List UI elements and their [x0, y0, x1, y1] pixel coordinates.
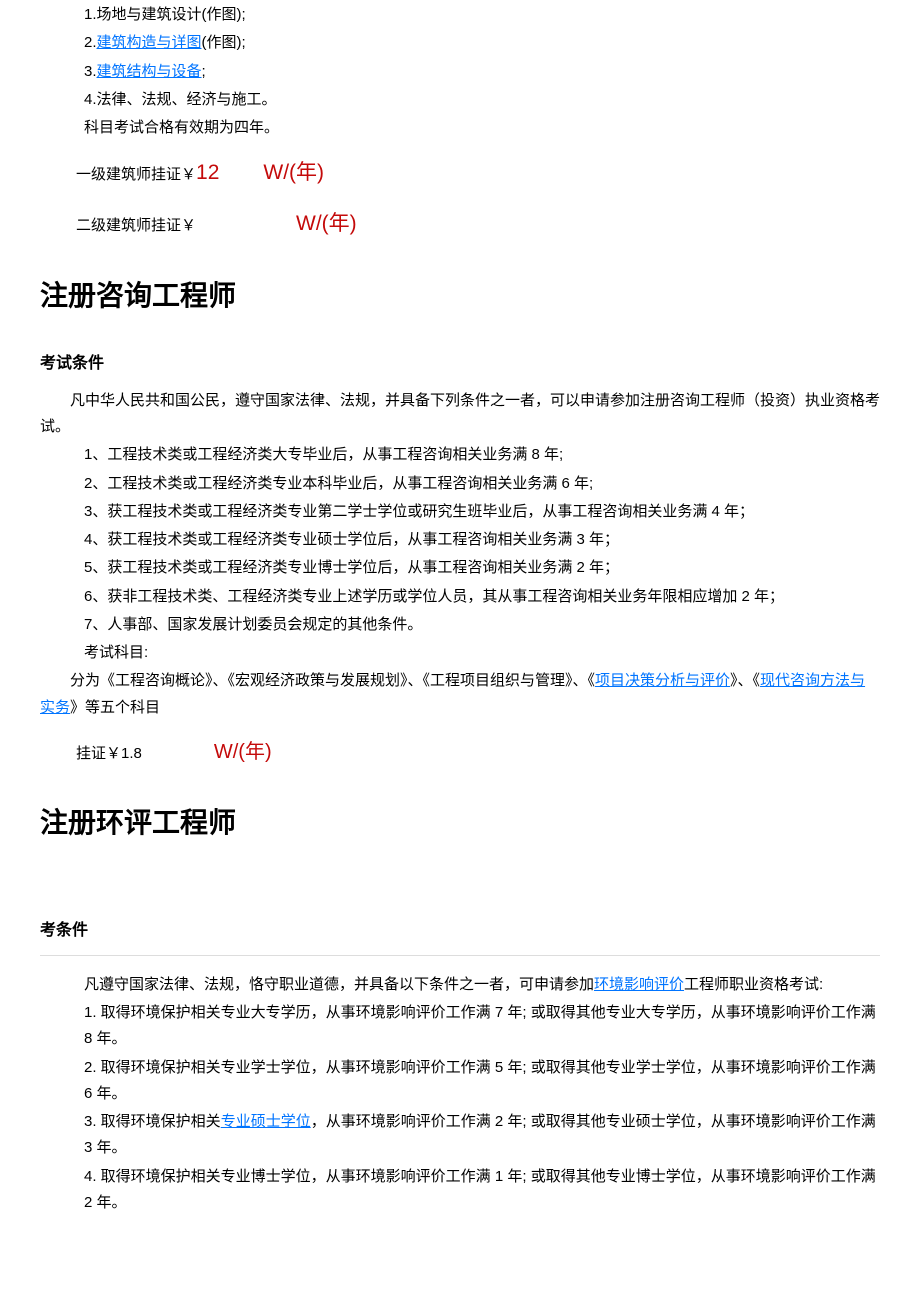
architect-subject-3-link[interactable]: 建筑结构与设备: [97, 63, 202, 80]
consult-cond-7: 7、人事部、国家发展计划委员会规定的其他条件。: [40, 612, 880, 638]
consult-cond-4: 4、获工程技术类或工程经济类专业硕士学位后，从事工程咨询相关业务满 3 年；: [40, 527, 880, 553]
text: ;: [202, 63, 206, 80]
consult-subject-link-1[interactable]: 项目决策分析与评价: [595, 672, 730, 689]
price-label: 二级建筑师挂证￥: [76, 217, 196, 234]
consult-intro: 凡中华人民共和国公民，遵守国家法律、法规，并具备下列条件之一者，可以申请参加注册…: [40, 388, 880, 441]
consult-subjects-label: 考试科目:: [40, 640, 880, 666]
price-amount: 12: [196, 161, 219, 184]
price-unit: W/(年): [214, 741, 272, 763]
architect-subject-2-link[interactable]: 建筑构造与详图: [97, 34, 202, 51]
architect-price-2: 二级建筑师挂证￥ W/(年): [40, 206, 880, 243]
text: 分为《工程咨询概论》、《宏观经济政策与发展规划》、《工程项目组织与管理》、《: [70, 672, 595, 689]
consult-cond-3: 3、获工程技术类或工程经济类专业第二学士学位或研究生班毕业后，从事工程咨询相关业…: [40, 499, 880, 525]
text: 1.: [84, 6, 97, 23]
price-label: 挂证￥: [76, 745, 121, 762]
architect-subject-4: 4.法律、法规、经济与施工。: [40, 87, 880, 113]
hp-cond-heading: 考条件: [40, 917, 880, 945]
hp-title: 注册环评工程师: [40, 798, 880, 847]
price-amount: 1.8: [121, 745, 142, 762]
architect-subject-3: 3.建筑结构与设备;: [40, 59, 880, 85]
consult-cond-1: 1、工程技术类或工程经济类大专毕业后，从事工程咨询相关业务满 8 年;: [40, 442, 880, 468]
text: 3. 取得环境保护相关: [84, 1113, 221, 1130]
architect-subject-1: 1.场地与建筑设计(作图);: [40, 2, 880, 28]
text: 工程师职业资格考试:: [684, 976, 823, 993]
price-label: 一级建筑师挂证￥: [76, 166, 196, 183]
price-unit: W/(年): [296, 212, 357, 235]
hp-intro: 凡遵守国家法律、法规，恪守职业道德，并具备以下条件之一者，可申请参加环境影响评价…: [84, 972, 880, 998]
hp-intro-link[interactable]: 环境影响评价: [594, 976, 684, 993]
hp-cond-4: 4. 取得环境保护相关专业博士学位，从事环境影响评价工作满 1 年; 或取得其他…: [84, 1164, 880, 1217]
price-unit: W/(年): [263, 161, 324, 184]
consult-subjects: 分为《工程咨询概论》、《宏观经济政策与发展规划》、《工程项目组织与管理》、《项目…: [40, 668, 880, 721]
text: 2.: [84, 34, 97, 51]
consult-title: 注册咨询工程师: [40, 271, 880, 320]
hp-separator: [40, 955, 880, 956]
text: 凡遵守国家法律、法规，恪守职业道德，并具备以下条件之一者，可申请参加: [84, 976, 594, 993]
text: 》、《: [730, 672, 760, 689]
architect-price-1: 一级建筑师挂证￥12 W/(年): [40, 155, 880, 192]
text: 3.: [84, 63, 97, 80]
consult-cond-heading: 考试条件: [40, 350, 880, 378]
hp-cond-3-link[interactable]: 专业硕士学位: [221, 1113, 311, 1130]
hp-cond-3: 3. 取得环境保护相关专业硕士学位，从事环境影响评价工作满 2 年; 或取得其他…: [84, 1109, 880, 1162]
consult-cond-5: 5、获工程技术类或工程经济类专业博士学位后，从事工程咨询相关业务满 2 年；: [40, 555, 880, 581]
text: 》等五个科目: [70, 699, 160, 716]
hp-cond-2: 2. 取得环境保护相关专业学士学位，从事环境影响评价工作满 5 年; 或取得其他…: [84, 1055, 880, 1108]
hp-cond-1: 1. 取得环境保护相关专业大专学历，从事环境影响评价工作满 7 年; 或取得其他…: [84, 1000, 880, 1053]
architect-validity: 科目考试合格有效期为四年。: [40, 115, 880, 141]
consult-cond-6: 6、获非工程技术类、工程经济类专业上述学历或学位人员，其从事工程咨询相关业务年限…: [40, 584, 880, 610]
architect-subject-2: 2.建筑构造与详图(作图);: [40, 30, 880, 56]
text: (作图);: [202, 34, 246, 51]
consult-cond-2: 2、工程技术类或工程经济类专业本科毕业后，从事工程咨询相关业务满 6 年;: [40, 471, 880, 497]
text: 场地与建筑设计(作图);: [97, 6, 246, 23]
consult-price: 挂证￥1.8 W/(年): [40, 735, 880, 770]
